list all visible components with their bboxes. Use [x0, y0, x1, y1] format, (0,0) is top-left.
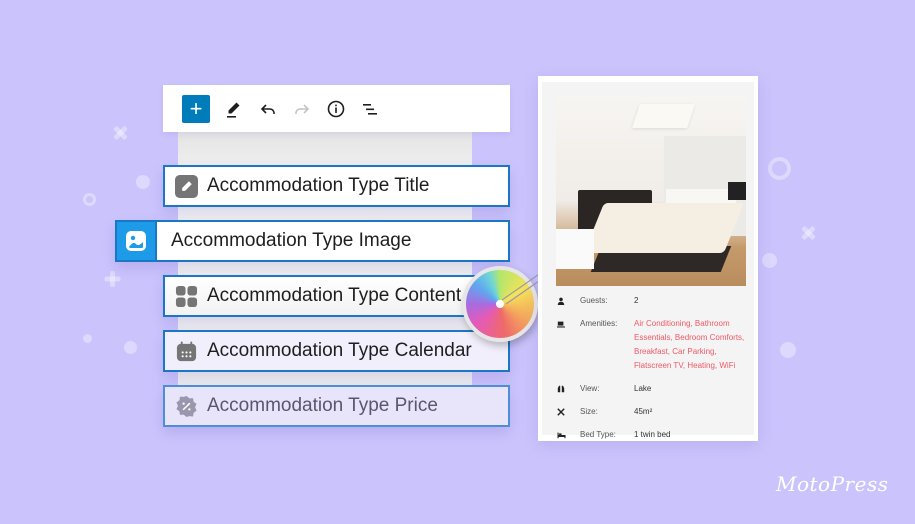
block-label: Accommodation Type Calendar: [207, 340, 472, 361]
tools-button[interactable]: [220, 95, 248, 123]
grid-icon: [175, 285, 198, 308]
block-editor-toolbar: +: [163, 85, 510, 132]
dot-decoration: [762, 253, 777, 268]
calendar-icon: [175, 340, 198, 363]
cross-decoration: [112, 125, 128, 141]
dot-decoration: [124, 341, 137, 354]
spec-row-size: Size: 45m²: [556, 405, 756, 419]
dot-decoration: [780, 342, 796, 358]
ring-decoration: [83, 193, 96, 206]
undo-button[interactable]: [254, 95, 282, 123]
spec-row-bed-type: Bed Type: 1 twin bed: [556, 428, 756, 442]
block-accommodation-calendar[interactable]: Accommodation Type Calendar: [163, 330, 510, 372]
pencil-icon: [175, 174, 198, 198]
details-button[interactable]: [322, 95, 350, 123]
block-label: Accommodation Type Price: [207, 395, 438, 416]
block-label: Accommodation Type Image: [171, 230, 412, 251]
accommodation-preview-card: Guests: 2 Amenities: Air Conditioning, B…: [538, 76, 758, 441]
bed-icon: [556, 428, 566, 442]
dot-decoration: [136, 175, 150, 189]
user-icon: [556, 294, 566, 308]
card-body: Guests: 2 Amenities: Air Conditioning, B…: [542, 82, 754, 439]
spec-row-amenities: Amenities: Air Conditioning, Bathroom Es…: [556, 317, 756, 373]
info-icon: [327, 100, 345, 117]
dot-decoration: [83, 334, 92, 343]
redo-button[interactable]: [288, 95, 316, 123]
amenities-icon: [556, 317, 566, 331]
ring-decoration: [768, 157, 791, 180]
list-view-button[interactable]: [356, 95, 384, 123]
cross-decoration: [800, 225, 816, 241]
spec-row-view: View: Lake: [556, 382, 756, 396]
add-block-button[interactable]: +: [182, 94, 210, 123]
bedroom-photo: [556, 96, 746, 286]
block-accommodation-content[interactable]: Accommodation Type Content: [163, 275, 510, 317]
image-icon: [126, 231, 146, 251]
size-icon: [556, 405, 566, 419]
block-accommodation-title[interactable]: Accommodation Type Title: [163, 165, 510, 207]
amenities-links[interactable]: Air Conditioning, Bathroom Essentials, B…: [634, 317, 756, 373]
motopress-logo: MotoPress: [776, 472, 889, 496]
binoculars-icon: [556, 382, 566, 396]
pencil-icon: [227, 102, 240, 118]
block-label: Accommodation Type Title: [207, 175, 430, 196]
redo-icon: [295, 103, 310, 114]
list-view-icon: [363, 103, 377, 115]
block-accommodation-image[interactable]: Accommodation Type Image: [115, 220, 510, 262]
block-accommodation-price[interactable]: Accommodation Type Price: [163, 385, 510, 427]
plus-icon: +: [189, 95, 203, 121]
undo-icon: [260, 103, 275, 114]
spec-row-guests: Guests: 2: [556, 294, 756, 308]
image-block-handle: [117, 222, 157, 260]
price-tag-icon: [175, 395, 198, 418]
accommodation-specs: Guests: 2 Amenities: Air Conditioning, B…: [556, 294, 756, 451]
plus-decoration: [104, 271, 120, 287]
block-label: Accommodation Type Content: [207, 285, 462, 306]
